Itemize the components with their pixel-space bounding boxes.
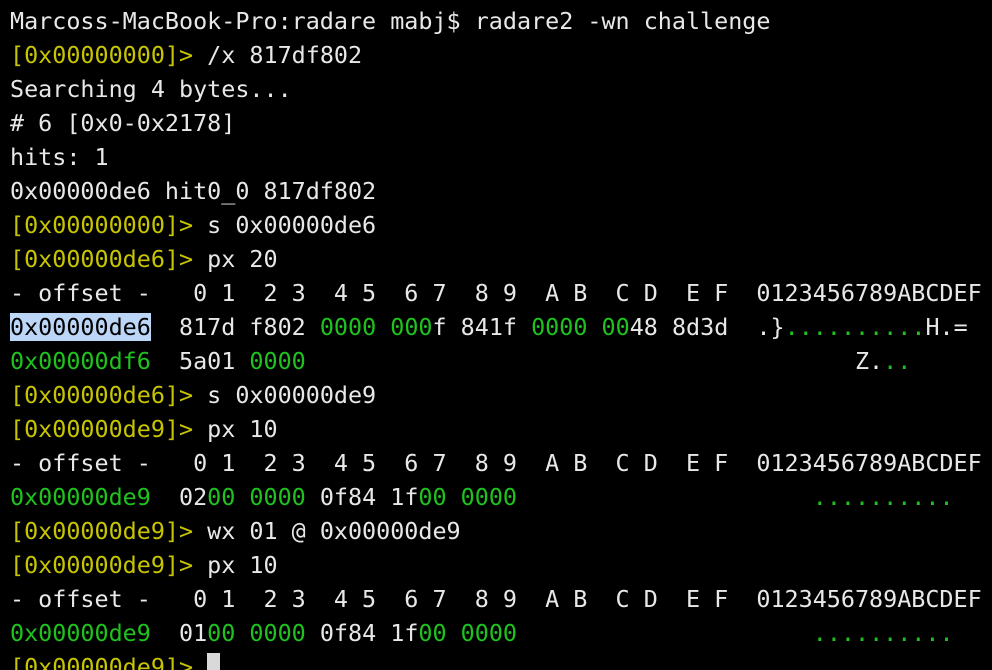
terminal-text-segment: - offset - 0 1 2 3 4 5 6 7 8 9 A B C D E… [10,585,982,613]
terminal-line-hex-row: 0x00000de9 0100 0000 0f84 1f00 0000 ....… [10,616,992,650]
terminal-text-segment: - offset - 0 1 2 3 4 5 6 7 8 9 A B C D E… [10,449,982,477]
terminal-line-prompt: [0x00000000]> /x 817df802 [10,38,992,72]
terminal-text-segment: .......... [784,313,926,341]
terminal-text-segment: Z. [305,347,884,375]
terminal-text-segment: - offset - 0 1 2 3 4 5 6 7 8 9 A B C D E… [10,279,982,307]
terminal-text-segment: 0000 [531,313,588,341]
terminal-line-output: 0x00000de6 hit0_0 817df802 [10,174,992,208]
terminal-text-segment: [0x00000de6]> [10,381,208,409]
terminal-text-segment: [0x00000000]> [10,211,208,239]
terminal-text-segment: [0x00000de9]> [10,415,208,443]
terminal-text-segment: [0x00000de9]> [10,551,208,579]
terminal-text-segment: px 10 [207,551,278,579]
terminal-text-segment: hits: 1 [10,143,109,171]
terminal-line-hex-row: 0x00000df6 5a01 0000 Z... [10,344,992,378]
terminal-text-segment: 817d f802 [150,313,320,341]
terminal-text-segment: 0x00000de9 [10,483,151,511]
terminal-line-hex-row: 0x00000de6 817d f802 0000 000f 841f 0000… [10,310,992,344]
terminal-text-segment: 02 [150,483,208,511]
terminal-text-segment: 0x00000de9 [10,619,151,647]
terminal-line-prompt: [0x00000de6]> s 0x00000de9 [10,378,992,412]
terminal-text-segment: 000 [390,313,433,341]
terminal-line-shell: Marcoss-MacBook-Pro:radare mabj$ radare2… [10,4,992,38]
terminal-text-segment: px 10 [207,415,278,443]
terminal-text-segment: 0x00000de6 hit0_0 817df802 [10,177,377,205]
terminal-line-output: Searching 4 bytes... [10,72,992,106]
terminal-text-segment: 0000 [249,347,306,375]
terminal-text-segment: 00 0000 [207,483,306,511]
terminal-text-segment: 0x00000df6 [10,347,151,375]
terminal-text-segment: /x 817df802 [207,41,363,69]
terminal-text-segment: 01 [150,619,208,647]
terminal-text-segment: 00 0000 [418,483,517,511]
terminal-line-hex-header: - offset - 0 1 2 3 4 5 6 7 8 9 A B C D E… [10,446,992,480]
terminal-text-segment: Marcoss-MacBook-Pro:radare mabj$ radare2… [10,7,771,35]
terminal-window[interactable]: Marcoss-MacBook-Pro:radare mabj$ radare2… [0,0,992,670]
terminal-line-output: # 6 [0x0-0x2178] [10,106,992,140]
terminal-line-prompt: [0x00000de9]> wx 01 @ 0x00000de9 [10,514,992,548]
terminal-text-segment: 0f84 1f [305,483,419,511]
terminal-line-prompt-active: [0x00000de9]> [10,650,992,670]
terminal-text-segment: [0x00000000]> [10,41,208,69]
terminal-text-segment: wx 01 @ 0x00000de9 [207,517,461,545]
terminal-text-segment: 5a01 [150,347,250,375]
terminal-line-prompt: [0x00000de9]> px 10 [10,548,992,582]
terminal-text-segment: [0x00000de6]> [10,245,208,273]
terminal-text-segment: # 6 [0x0-0x2178] [10,109,236,137]
terminal-text-segment: 0000 [319,313,377,341]
terminal-text-segment: H.= [925,313,968,341]
terminal-text-segment: f 841f [432,313,532,341]
terminal-text-segment: .......... [812,619,954,647]
terminal-cursor[interactable] [207,653,221,670]
terminal-line-prompt: [0x00000de9]> px 10 [10,412,992,446]
terminal-text-segment: 0f84 1f [305,619,419,647]
terminal-text-segment: .. [883,347,912,375]
terminal-line-hex-header: - offset - 0 1 2 3 4 5 6 7 8 9 A B C D E… [10,276,992,310]
terminal-text-segment: .......... [812,483,954,511]
terminal-text-segment: [0x00000de9]> [10,653,208,670]
terminal-line-prompt: [0x00000000]> s 0x00000de6 [10,208,992,242]
terminal-line-hex-row: 0x00000de9 0200 0000 0f84 1f00 0000 ....… [10,480,992,514]
terminal-text-segment: 00 0000 [418,619,517,647]
terminal-text-segment: 0x00000de6 [10,313,151,341]
terminal-text-segment: 00 0000 [207,619,306,647]
terminal-text-segment: [0x00000de9]> [10,517,208,545]
terminal-text-segment: s 0x00000de9 [207,381,377,409]
terminal-text-segment: Searching 4 bytes... [10,75,292,103]
terminal-text-segment: s 0x00000de6 [207,211,377,239]
terminal-line-prompt: [0x00000de6]> px 20 [10,242,992,276]
terminal-text-segment: 48 8d3d .} [629,313,785,341]
terminal-line-output: hits: 1 [10,140,992,174]
terminal-text-segment: px 20 [207,245,278,273]
terminal-line-hex-header: - offset - 0 1 2 3 4 5 6 7 8 9 A B C D E… [10,582,992,616]
terminal-text-segment: 00 [601,313,630,341]
